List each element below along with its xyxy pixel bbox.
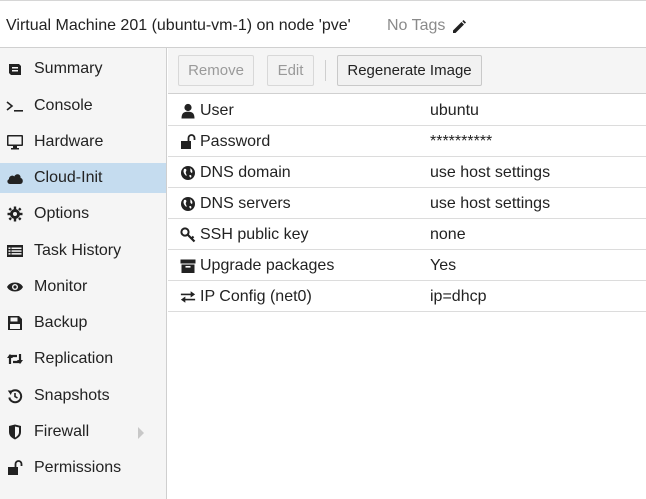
unlock-icon — [180, 134, 196, 150]
sidebar-item-label: Task History — [34, 242, 122, 259]
setting-value: ip=dhcp — [430, 288, 487, 305]
table-row[interactable]: SSH public key none — [168, 219, 646, 250]
sidebar-item-monitor[interactable]: Monitor — [0, 272, 166, 302]
setting-value: use host settings — [430, 195, 551, 212]
sidebar-item-backup[interactable]: Backup — [0, 308, 166, 338]
sidebar-item-label: Monitor — [34, 278, 88, 295]
setting-key: DNS servers — [200, 195, 291, 212]
sidebar-item-label: Firewall — [34, 423, 90, 440]
sidebar-item-cloud-init[interactable]: Cloud-Init — [0, 163, 166, 193]
table-row[interactable]: Upgrade packages Yes — [168, 250, 646, 281]
console-icon — [6, 98, 24, 114]
user-icon — [180, 103, 196, 119]
table-row[interactable]: IP Config (net0) ip=dhcp — [168, 281, 646, 312]
tags-label[interactable]: No Tags — [387, 17, 445, 35]
table-row[interactable]: User ubuntu — [168, 95, 646, 126]
sidebar-item-label: Backup — [34, 314, 88, 331]
setting-key: DNS domain — [200, 164, 291, 181]
setting-key: Upgrade packages — [200, 257, 335, 274]
list-icon — [6, 243, 24, 259]
edit-button[interactable]: Edit — [267, 55, 314, 86]
sidebar-item-replication[interactable]: Replication — [0, 344, 166, 374]
sidebar-item-permissions[interactable]: Permissions — [0, 453, 166, 483]
pencil-icon[interactable] — [451, 19, 467, 35]
setting-value: none — [430, 226, 466, 243]
cloud-icon — [6, 170, 24, 186]
eye-icon — [6, 279, 24, 295]
sidebar-item-label: Options — [34, 205, 90, 222]
setting-key: Password — [200, 133, 271, 150]
sidebar-item-label: Hardware — [34, 133, 104, 150]
unlock-icon — [6, 460, 24, 476]
grid-empty-area — [168, 312, 646, 499]
remove-button[interactable]: Remove — [178, 55, 254, 86]
key-icon — [180, 227, 196, 243]
sidebar-item-options[interactable]: Options — [0, 199, 166, 229]
setting-key: IP Config (net0) — [200, 288, 312, 305]
table-row[interactable]: DNS domain use host settings — [168, 157, 646, 188]
setting-value: Yes — [430, 257, 457, 274]
sidebar-item-label: Snapshots — [34, 387, 110, 404]
history-icon — [6, 388, 24, 404]
table-row[interactable]: Password ********** — [168, 126, 646, 157]
chevron-right-icon[interactable] — [138, 427, 144, 439]
shield-icon — [6, 424, 24, 440]
sidebar-item-hardware[interactable]: Hardware — [0, 127, 166, 157]
gear-icon — [6, 206, 24, 222]
page-title: Virtual Machine 201 (ubuntu-vm-1) on nod… — [6, 17, 351, 34]
sidebar-item-label: Permissions — [34, 459, 122, 476]
summary-icon — [6, 61, 24, 77]
page-header: Virtual Machine 201 (ubuntu-vm-1) on nod… — [0, 0, 646, 48]
toolbar-separator — [325, 60, 326, 81]
globe-icon — [180, 165, 196, 181]
sidebar-item-label: Cloud-Init — [34, 169, 103, 186]
floppy-icon — [6, 315, 24, 331]
setting-value: use host settings — [430, 164, 551, 181]
sidebar-item-summary[interactable]: Summary — [0, 54, 166, 84]
monitor-icon — [6, 134, 24, 150]
sidebar-item-snapshots[interactable]: Snapshots — [0, 381, 166, 411]
sidebar-item-label: Replication — [34, 350, 114, 367]
sidebar-item-task-history[interactable]: Task History — [0, 236, 166, 266]
sidebar-item-label: Console — [34, 97, 93, 114]
regenerate-image-button[interactable]: Regenerate Image — [337, 55, 482, 86]
setting-value: ********** — [430, 133, 493, 150]
archive-icon — [180, 258, 196, 274]
globe-icon — [180, 196, 196, 212]
sidebar-item-console[interactable]: Console — [0, 91, 166, 121]
sidebar-item-label: Summary — [34, 60, 103, 77]
exchange-icon — [180, 289, 196, 305]
retweet-icon — [6, 351, 24, 367]
sidebar-item-firewall[interactable]: Firewall — [0, 417, 166, 447]
setting-key: User — [200, 102, 234, 119]
setting-value: ubuntu — [430, 102, 479, 119]
sidebar: Summary Console Hardware Cloud-Init Opti… — [0, 48, 167, 499]
setting-key: SSH public key — [200, 226, 309, 243]
table-row[interactable]: DNS servers use host settings — [168, 188, 646, 219]
toolbar: Remove Edit Regenerate Image — [168, 48, 646, 94]
